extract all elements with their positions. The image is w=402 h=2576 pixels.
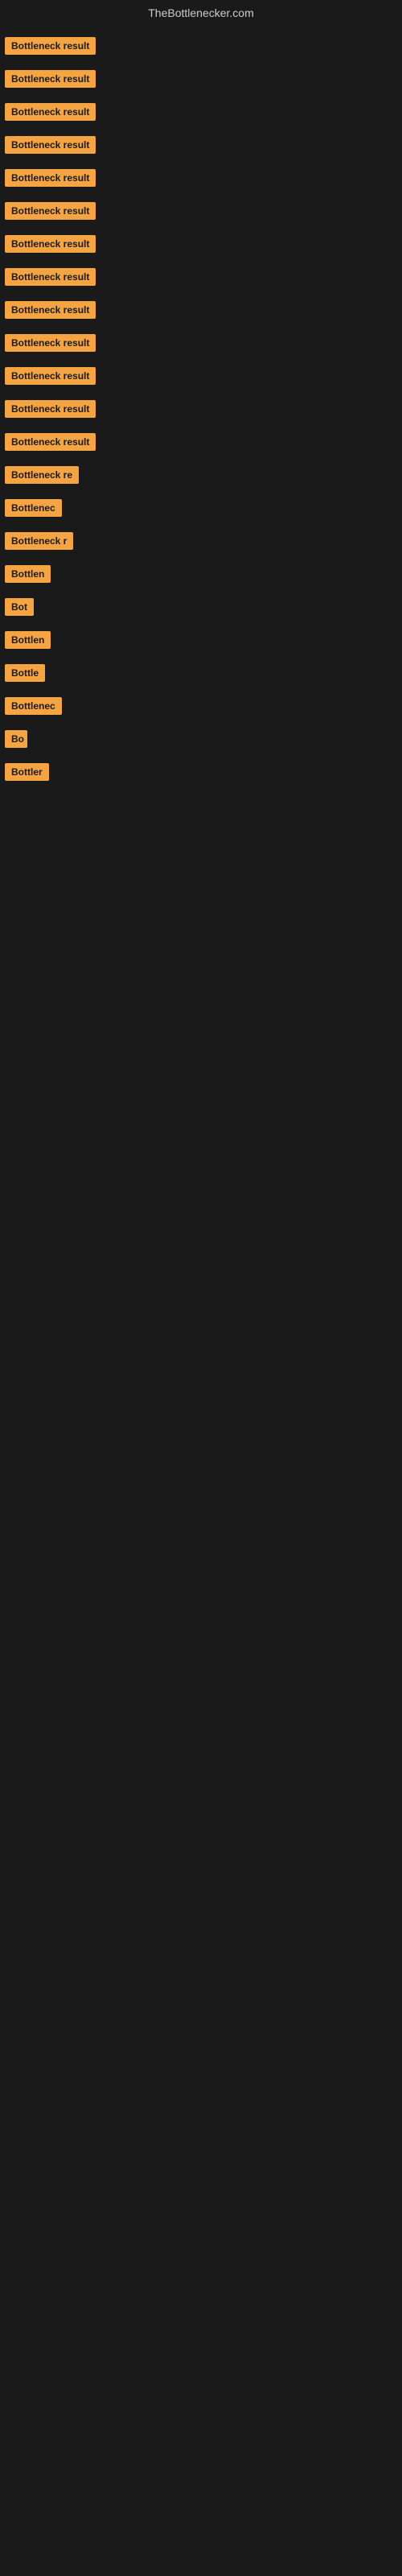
bottleneck-badge[interactable]: Bottleneck result [5, 202, 96, 220]
bottleneck-badge[interactable]: Bottlen [5, 565, 51, 583]
bottleneck-badge[interactable]: Bottleneck re [5, 466, 79, 484]
bottleneck-item: Bottle [3, 661, 399, 689]
bottleneck-item: Bottleneck result [3, 199, 399, 227]
bottleneck-item: Bottlen [3, 628, 399, 656]
bottleneck-badge[interactable]: Bot [5, 598, 34, 616]
bottleneck-badge[interactable]: Bottleneck result [5, 235, 96, 253]
bottleneck-item: Bottleneck result [3, 430, 399, 458]
bottleneck-item: Bottlenec [3, 496, 399, 524]
bottleneck-badge[interactable]: Bottleneck r [5, 532, 73, 550]
bottleneck-badge[interactable]: Bottlenec [5, 697, 62, 715]
bottleneck-item: Bottleneck result [3, 133, 399, 161]
bottleneck-item: Bottleneck result [3, 397, 399, 425]
bottleneck-badge[interactable]: Bottler [5, 763, 49, 781]
site-header: TheBottlenecker.com [0, 0, 402, 26]
bottleneck-item: Bottleneck result [3, 331, 399, 359]
bottleneck-badge[interactable]: Bottleneck result [5, 433, 96, 451]
bottleneck-badge[interactable]: Bottlenec [5, 499, 62, 517]
bottleneck-item: Bottleneck result [3, 100, 399, 128]
items-container: Bottleneck result Bottleneck result Bottle… [0, 26, 402, 796]
bottleneck-badge[interactable]: Bottleneck result [5, 136, 96, 154]
bottleneck-item: Bottlen [3, 562, 399, 590]
bottleneck-badge[interactable]: Bottleneck result [5, 37, 96, 55]
bottleneck-badge[interactable]: Bottlen [5, 631, 51, 649]
bottleneck-item: Bottleneck result [3, 298, 399, 326]
bottleneck-item: Bot [3, 595, 399, 623]
site-title: TheBottlenecker.com [148, 6, 254, 19]
bottleneck-item: Bottleneck r [3, 529, 399, 557]
bottleneck-item: Bottleneck result [3, 265, 399, 293]
bottleneck-item: Bottleneck result [3, 364, 399, 392]
bottleneck-item: Bo [3, 727, 399, 755]
bottleneck-item: Bottleneck result [3, 67, 399, 95]
bottleneck-item: Bottleneck result [3, 34, 399, 62]
bottleneck-badge[interactable]: Bottleneck result [5, 268, 96, 286]
bottleneck-badge[interactable]: Bottle [5, 664, 45, 682]
bottleneck-item: Bottleneck result [3, 232, 399, 260]
bottleneck-badge[interactable]: Bottleneck result [5, 367, 96, 385]
bottleneck-item: Bottleneck re [3, 463, 399, 491]
bottleneck-badge[interactable]: Bottleneck result [5, 103, 96, 121]
bottleneck-badge[interactable]: Bo [5, 730, 27, 748]
bottleneck-badge[interactable]: Bottleneck result [5, 169, 96, 187]
bottleneck-badge[interactable]: Bottleneck result [5, 70, 96, 88]
bottleneck-badge[interactable]: Bottleneck result [5, 334, 96, 352]
bottleneck-badge[interactable]: Bottleneck result [5, 301, 96, 319]
bottleneck-item: Bottlenec [3, 694, 399, 722]
bottleneck-badge[interactable]: Bottleneck result [5, 400, 96, 418]
bottleneck-item: Bottler [3, 760, 399, 788]
bottleneck-item: Bottleneck result [3, 166, 399, 194]
